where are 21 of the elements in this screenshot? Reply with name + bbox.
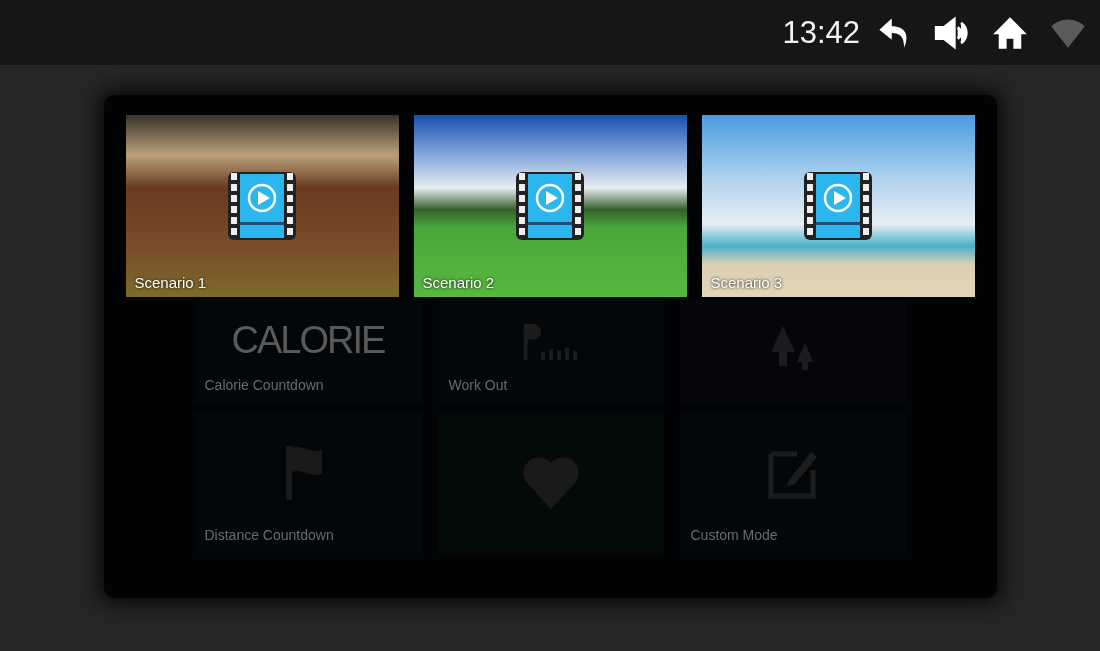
program-label: Work Out xyxy=(448,377,509,395)
video-file-icon xyxy=(514,170,586,242)
program-tile[interactable]: Work Out xyxy=(438,300,664,403)
program-label: Custom Mode xyxy=(690,527,779,545)
calorie-logo: CALORIE xyxy=(231,319,385,362)
program-tile[interactable]: Custom Mode xyxy=(680,413,906,553)
scenario-label: Scenario 3 xyxy=(710,274,783,291)
scenario-label: Scenario 2 xyxy=(422,274,495,291)
volume-icon[interactable] xyxy=(934,14,970,51)
video-file-icon xyxy=(226,170,298,242)
program-tile[interactable] xyxy=(438,413,664,553)
program-label: Calorie Countdown xyxy=(204,377,325,395)
video-file-icon xyxy=(802,170,874,242)
scenario-label: Scenario 1 xyxy=(134,274,207,291)
program-label: Distance Countdown xyxy=(204,527,335,545)
video-thumbnail[interactable]: Scenario 1 xyxy=(125,115,399,297)
clock-time: 13:42 xyxy=(782,14,860,51)
program-tile[interactable] xyxy=(680,300,906,403)
video-thumbnail[interactable]: Scenario 2 xyxy=(413,115,687,297)
program-tile[interactable]: CALORIE Calorie Countdown xyxy=(194,300,422,403)
program-tile[interactable]: Distance Countdown xyxy=(194,413,422,553)
